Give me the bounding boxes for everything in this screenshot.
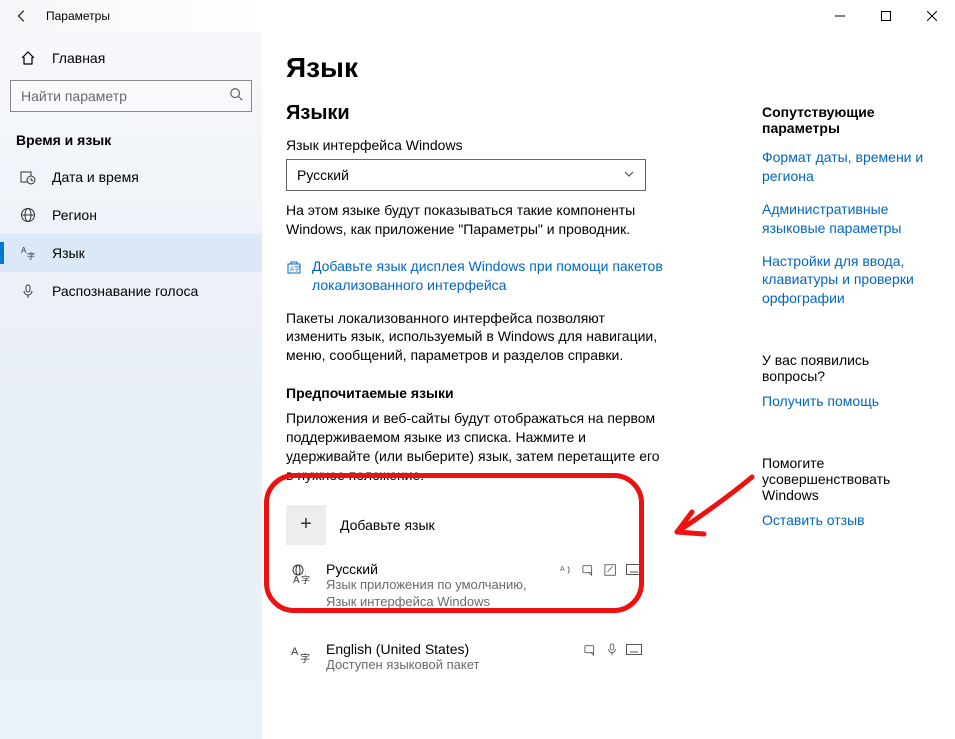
tts-icon: A (560, 563, 574, 580)
page-title: Язык (286, 52, 726, 84)
sidebar-item-region[interactable]: Регион (0, 196, 262, 234)
language-item-russian[interactable]: A字 Русский Язык приложения по умолчанию,… (286, 555, 646, 617)
link-admin-lang[interactable]: Административные языковые параметры (762, 200, 933, 238)
link-get-help[interactable]: Получить помощь (762, 392, 933, 411)
language-name: English (United States) (326, 641, 572, 657)
language-name: Русский (326, 561, 548, 577)
link-date-format[interactable]: Формат даты, времени и региона (762, 148, 933, 186)
close-button[interactable] (909, 0, 955, 32)
sidebar: Главная Время и язык Дата и время Регион… (0, 32, 262, 739)
display-language-dropdown[interactable]: Русский (286, 159, 646, 191)
calendar-clock-icon (18, 169, 38, 185)
sidebar-item-label: Дата и время (52, 169, 139, 185)
sidebar-item-label: Распознавание голоса (52, 283, 198, 299)
preferred-languages-heading: Предпочитаемые языки (286, 385, 726, 401)
language-glyph-icon: A字 (290, 563, 314, 585)
minimize-button[interactable] (817, 0, 863, 32)
language-item-english[interactable]: A字 English (United States) Доступен язык… (286, 635, 646, 680)
sidebar-item-label: Язык (52, 245, 85, 261)
speech-feature-icon (582, 563, 596, 580)
window-title: Параметры (46, 9, 110, 23)
svg-text:A: A (560, 566, 565, 573)
language-glyph-icon: A字 (290, 643, 314, 665)
keyboard-icon (626, 644, 642, 659)
home-link[interactable]: Главная (0, 40, 262, 76)
home-label: Главная (52, 50, 105, 66)
maximize-button[interactable] (863, 0, 909, 32)
microphone-icon (18, 283, 38, 299)
search-input[interactable] (10, 80, 252, 112)
sidebar-item-language[interactable]: A字 Язык (0, 234, 262, 272)
section-languages-heading: Языки (286, 102, 726, 125)
home-icon (18, 50, 38, 66)
sidebar-item-datetime[interactable]: Дата и время (0, 158, 262, 196)
keyboard-icon (626, 564, 642, 579)
language-features (584, 641, 642, 660)
svg-text:A字: A字 (290, 265, 300, 273)
speech-feature-icon (584, 643, 598, 660)
chevron-down-icon (623, 167, 635, 183)
svg-text:字: 字 (301, 574, 310, 585)
svg-text:字: 字 (300, 652, 310, 665)
language-sub: Доступен языковой пакет (326, 657, 572, 674)
microphone-icon (606, 643, 618, 660)
sidebar-item-speech[interactable]: Распознавание голоса (0, 272, 262, 310)
display-language-desc: На этом языке будут показываться такие к… (286, 201, 666, 239)
display-language-label: Язык интерфейса Windows (286, 137, 726, 153)
sidebar-group-label: Время и язык (0, 118, 262, 158)
add-display-language-link[interactable]: Добавьте язык дисплея Windows при помощи… (312, 257, 666, 295)
svg-text:A: A (293, 575, 300, 585)
handwriting-icon (604, 563, 618, 580)
globe-icon (18, 207, 38, 223)
right-panel: Сопутствующие параметры Формат даты, вре… (762, 104, 933, 544)
questions-heading: У вас появились вопросы? (762, 352, 933, 384)
link-input-settings[interactable]: Настройки для ввода, клавиатуры и провер… (762, 252, 933, 309)
related-heading: Сопутствующие параметры (762, 104, 933, 136)
search-icon (229, 87, 243, 106)
svg-text:字: 字 (27, 251, 35, 261)
packs-desc: Пакеты локализованного интерфейса позвол… (286, 309, 666, 366)
link-feedback[interactable]: Оставить отзыв (762, 511, 933, 530)
sidebar-item-label: Регион (52, 207, 97, 223)
search-field[interactable] (21, 88, 229, 104)
plus-icon: + (286, 505, 326, 545)
language-features: A (560, 561, 642, 580)
language-sub: Язык приложения по умолчанию, Язык интер… (326, 577, 548, 611)
store-icon: A字 (286, 259, 302, 280)
add-language-button[interactable]: + Добавьте язык (286, 505, 726, 545)
language-icon: A字 (18, 245, 38, 261)
add-language-label: Добавьте язык (340, 517, 435, 533)
feedback-heading: Помогите усовершенствовать Windows (762, 455, 933, 503)
preferred-languages-desc: Приложения и веб-сайты будут отображатьс… (286, 409, 666, 485)
svg-text:A: A (291, 646, 299, 658)
dropdown-value: Русский (297, 167, 349, 183)
back-button[interactable] (6, 0, 38, 32)
